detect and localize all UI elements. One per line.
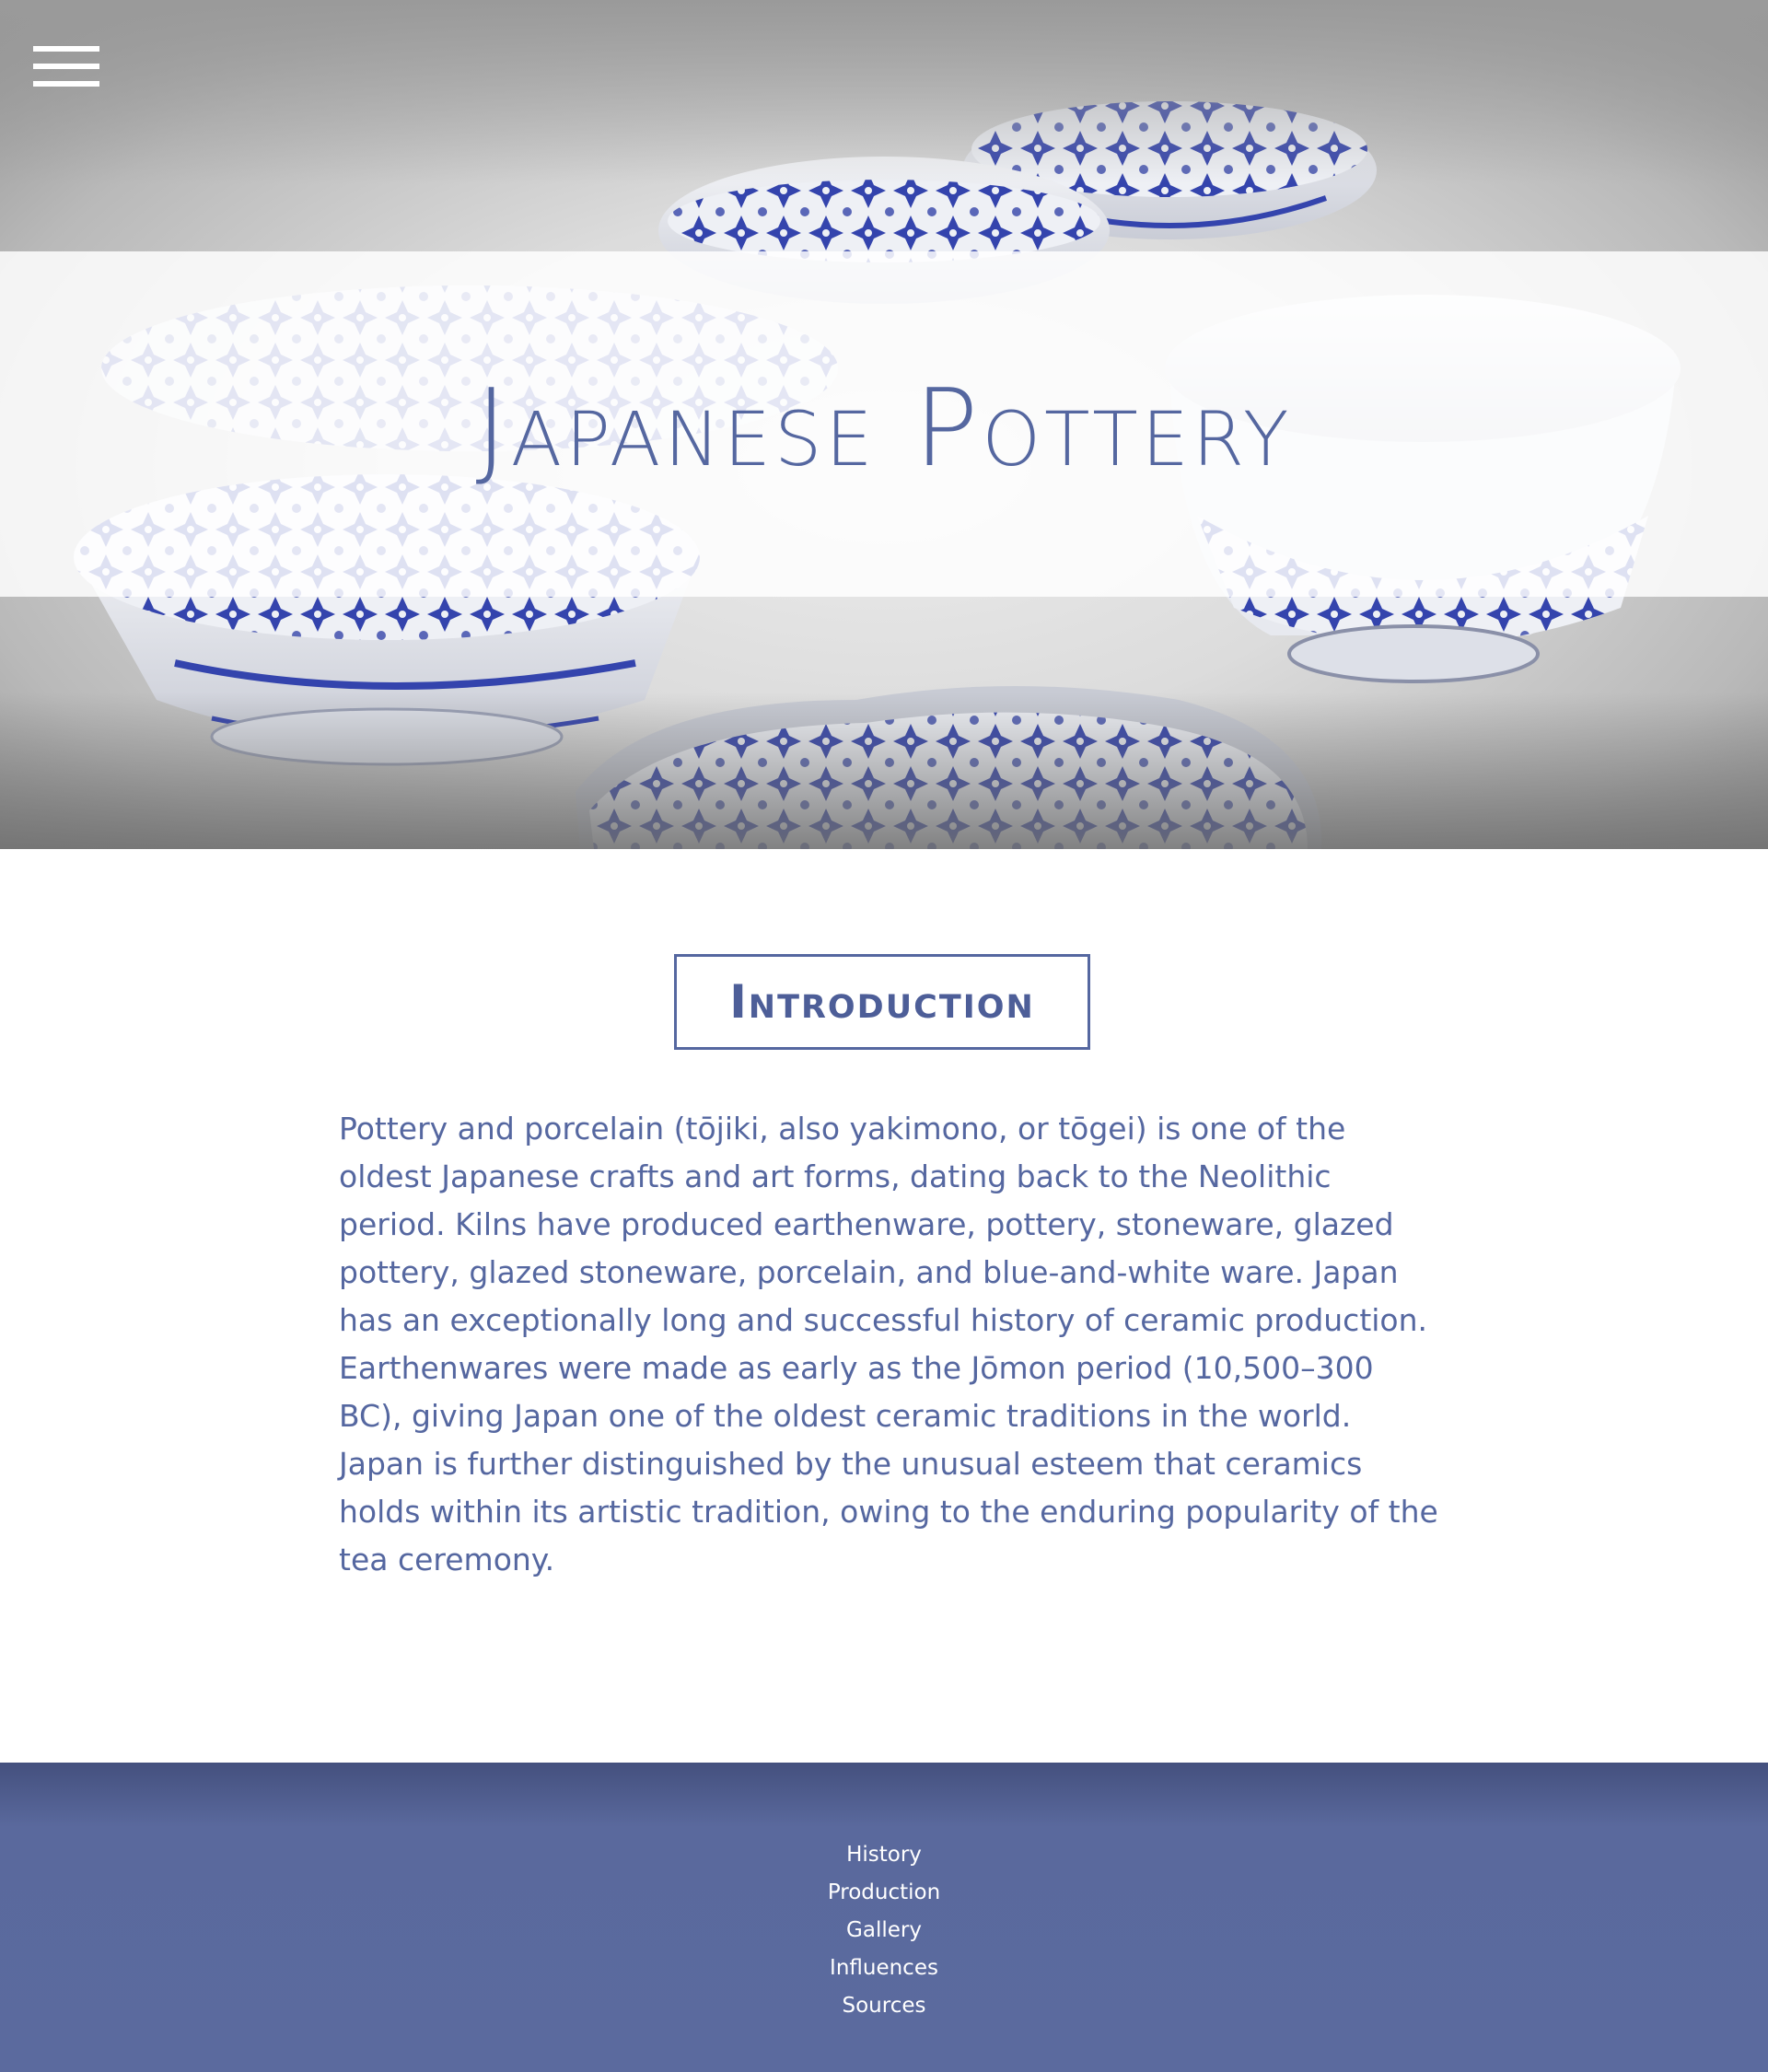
page: Japanese Pottery Introduction Pottery an… — [0, 0, 1768, 2072]
footer-link-sources[interactable]: Sources — [0, 1987, 1768, 2025]
intro-paragraph: Pottery and porcelain (tōjiki, also yaki… — [339, 1111, 1438, 1577]
footer: History Production Gallery Influences So… — [0, 1763, 1768, 2072]
menu-bar — [33, 46, 99, 52]
site-title: Japanese Pottery — [475, 366, 1293, 491]
footer-link-production[interactable]: Production — [0, 1874, 1768, 1912]
footer-link-influences[interactable]: Influences — [0, 1950, 1768, 1987]
section-heading: Introduction — [729, 975, 1035, 1029]
footer-nav: History Production Gallery Influences So… — [0, 1836, 1768, 2025]
hero-shade-top — [0, 0, 1768, 184]
footer-link-gallery[interactable]: Gallery — [0, 1912, 1768, 1950]
menu-bar — [33, 64, 99, 69]
title-band: Japanese Pottery — [0, 251, 1768, 597]
hamburger-menu-icon[interactable] — [33, 46, 99, 90]
hero-shade-bottom — [0, 693, 1768, 849]
section-heading-box: Introduction — [674, 954, 1090, 1050]
footer-link-history[interactable]: History — [0, 1836, 1768, 1874]
menu-bar — [33, 81, 99, 87]
hero-banner: Japanese Pottery — [0, 0, 1768, 849]
